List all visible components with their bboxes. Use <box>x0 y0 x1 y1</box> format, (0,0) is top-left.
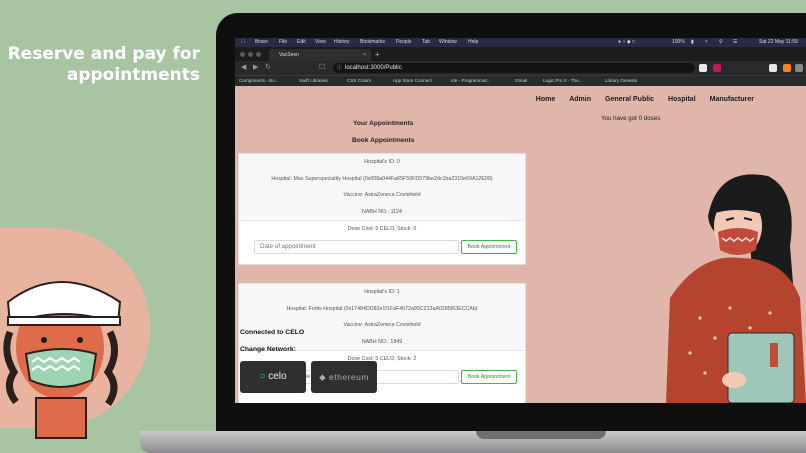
celo-label: celo <box>268 371 287 382</box>
status-icons: ● ○ ◆ □ <box>618 39 636 45</box>
forward-icon[interactable]: ▶ <box>253 61 258 75</box>
top-navigation: Home Admin General Public Hospital Manuf… <box>536 96 754 103</box>
promo-heading-line-1: Reserve and pay for <box>7 44 200 64</box>
bookmark-icon[interactable]: ☐ <box>319 61 325 75</box>
hospital-card: Hospital's ID: 0 Hospital: Max Superspec… <box>238 153 526 265</box>
battery-icon: ▮ <box>691 39 694 45</box>
window-minimize-button[interactable] <box>248 52 253 57</box>
os-menubar:  Brave File Edit View History Bookmarks… <box>235 38 806 47</box>
nav-home[interactable]: Home <box>536 96 555 103</box>
hospital-dose-cost: Dose Cost: 5 CELO, Stock: 0 <box>347 226 417 232</box>
nav-manufacturer[interactable]: Manufacturer <box>710 96 754 103</box>
apple-icon[interactable]:  <box>241 38 245 47</box>
window-zoom-button[interactable] <box>256 52 261 57</box>
hospital-name-address: Hospital: Fortis Hospital (0x17484DD83e1… <box>286 305 478 312</box>
bookmark-css-colors[interactable]: CSS Colors <box>347 76 371 86</box>
celo-icon: ○ <box>259 371 266 382</box>
wifi-icon[interactable]: ≈ <box>705 38 708 47</box>
browser-tabbar: VacSeen × + <box>235 47 806 61</box>
hospital-vaccine: Vaccine: AstraZeneca Covishield <box>343 192 421 198</box>
new-tab-icon[interactable]: + <box>375 49 380 61</box>
laptop-base <box>140 431 806 453</box>
address-bar-url: localhost:3000/Public <box>345 65 402 71</box>
menu-file[interactable]: File <box>279 38 287 47</box>
tab-title: VacSeen <box>279 52 299 58</box>
site-info-icon[interactable]: ⓘ <box>337 63 342 73</box>
brave-rewards-icon[interactable] <box>713 64 721 72</box>
ethereum-label: ethereum <box>329 372 369 382</box>
tab-close-icon[interactable]: × <box>363 49 366 61</box>
menu-people[interactable]: People <box>396 38 412 47</box>
bookmarks-bar: Components - Bo... Swift Libraries CSS C… <box>235 75 806 86</box>
menu-brave[interactable]: Brave <box>255 38 268 47</box>
menu-tab[interactable]: Tab <box>422 38 430 47</box>
change-network-label: Change Network: <box>240 346 296 353</box>
browser-toolbar: ◀ ▶ ↻ ☐ ⓘ localhost:3000/Public <box>235 61 806 75</box>
control-center-icon[interactable]: ☰ <box>733 38 737 47</box>
menu-view[interactable]: View <box>315 38 326 47</box>
promo-heading-line-2: appointments <box>66 65 200 85</box>
battery-percent: 100% <box>672 39 685 45</box>
extensions-puzzle-icon[interactable] <box>795 64 803 72</box>
bookmark-components[interactable]: Components - Bo... <box>239 76 279 86</box>
nav-admin[interactable]: Admin <box>569 96 591 103</box>
hospital-card-details: Hospital's ID: 1 Hospital: Fortis Hospit… <box>239 284 525 351</box>
web-page: Home Admin General Public Hospital Manuf… <box>235 86 806 403</box>
book-appointment-button[interactable]: Book Appointment <box>461 370 517 384</box>
ethereum-icon: ◆ <box>319 372 327 382</box>
hospital-name-address: Hospital: Max Superspeciality Hospital (… <box>271 175 493 182</box>
back-icon[interactable]: ◀ <box>241 61 246 75</box>
bookmark-logic-pro[interactable]: Logic Pro X - The... <box>543 76 583 86</box>
menu-window[interactable]: Window <box>439 38 457 47</box>
bookmark-gmail[interactable]: Gmail <box>515 76 527 86</box>
your-appointments-heading[interactable]: Your Appointments <box>353 120 413 127</box>
promo-heading: Reserve and pay for appointments <box>0 44 200 86</box>
nav-general-public[interactable]: General Public <box>605 96 654 103</box>
menu-bookmarks[interactable]: Bookmarks <box>360 38 385 47</box>
extension-icon[interactable] <box>769 64 777 72</box>
doses-status: You have got 0 doses <box>601 115 661 122</box>
bookmark-app-store-connect[interactable]: App Store Connect <box>393 76 432 86</box>
nurse-illustration <box>3 281 122 439</box>
bookmark-ide[interactable]: Ide - Programmat... <box>451 76 491 86</box>
laptop-screen:  Brave File Edit View History Bookmarks… <box>235 38 806 403</box>
woman-with-mask-illustration <box>666 174 806 403</box>
hospital-nabh: NABH NO.: 1124 <box>362 208 402 215</box>
book-appointments-heading: Book Appointments <box>352 137 415 144</box>
bookmark-swift-libraries[interactable]: Swift Libraries <box>299 76 328 86</box>
menu-history[interactable]: History <box>334 38 350 47</box>
tab-vacseen[interactable]: VacSeen × <box>269 49 371 61</box>
reload-icon[interactable]: ↻ <box>265 61 271 75</box>
brave-shield-icon[interactable] <box>699 64 707 72</box>
appointment-date-input[interactable]: Date of appointment <box>254 240 459 254</box>
menu-edit[interactable]: Edit <box>297 38 306 47</box>
hospital-id: Hospital's ID: 0 <box>364 159 400 165</box>
address-bar[interactable]: ⓘ localhost:3000/Public <box>333 63 695 73</box>
connection-status: Connected to CELO <box>240 329 305 336</box>
menu-help[interactable]: Help <box>468 38 478 47</box>
booking-row: Date of appointment Book Appointment <box>239 238 525 264</box>
ethereum-network-button[interactable]: ◆ ethereum <box>311 361 377 393</box>
celo-network-button[interactable]: ○ celo <box>240 361 306 393</box>
window-close-button[interactable] <box>240 52 245 57</box>
menubar-clock: Sat 22 May 11:59 <box>759 39 798 45</box>
nav-hospital[interactable]: Hospital <box>668 96 696 103</box>
search-icon[interactable]: ⚲ <box>719 38 723 47</box>
book-appointment-button[interactable]: Book Appointment <box>461 240 517 254</box>
metamask-icon[interactable] <box>783 64 791 72</box>
hospital-card-details: Hospital's ID: 0 Hospital: Max Superspec… <box>239 154 525 221</box>
bookmark-library-genesis[interactable]: Library Genesis <box>605 76 637 86</box>
hospital-id: Hospital's ID: 1 <box>364 289 400 295</box>
laptop-notch <box>476 431 606 439</box>
